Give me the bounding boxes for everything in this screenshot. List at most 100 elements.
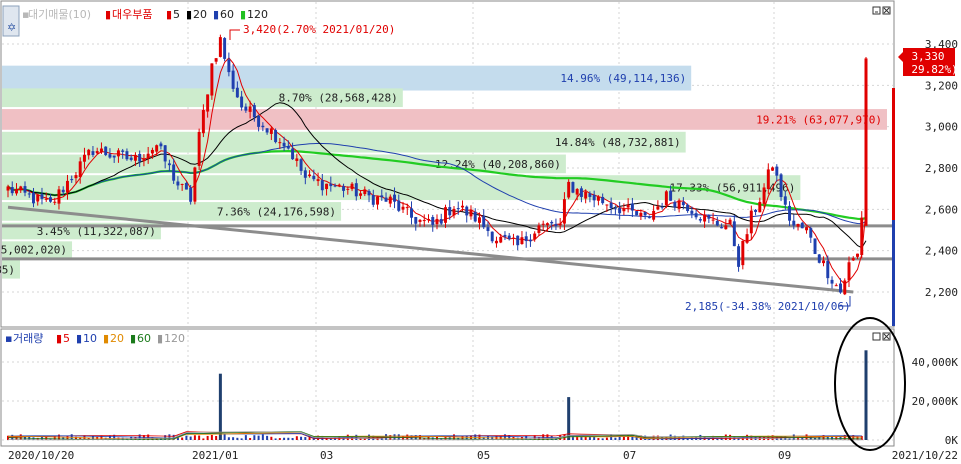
candle-body	[248, 106, 252, 112]
candle-body	[711, 219, 715, 221]
candle-body	[545, 223, 549, 226]
candle-body	[150, 149, 154, 154]
candle-body	[350, 183, 354, 190]
candle-body	[376, 196, 380, 205]
candle-body	[860, 217, 864, 255]
candle-body	[197, 131, 201, 166]
candle-body	[669, 190, 673, 201]
candle-body	[401, 206, 405, 210]
volume-spike-bar	[864, 350, 868, 440]
candle-body	[805, 227, 809, 231]
volume-tick-label: 40,000K	[912, 356, 959, 369]
volume-bar	[614, 437, 617, 440]
legend-ma-marker: ▮	[166, 8, 172, 21]
volume-bar	[227, 437, 230, 440]
candle-body	[95, 151, 99, 154]
candle-body	[342, 186, 346, 191]
volume-legend-ma-label: 10	[83, 332, 97, 345]
candle-body	[677, 200, 681, 209]
candle-body	[456, 208, 460, 210]
volume-bar	[257, 435, 260, 440]
candle-body	[53, 201, 57, 203]
low-annotation-label: 2,185(-34.38% 2021/10/06)	[685, 300, 851, 313]
price-tick-label: 2,800	[925, 162, 958, 175]
candle-body	[371, 194, 375, 205]
candle-body	[388, 196, 392, 204]
candle-body	[613, 208, 617, 210]
candle-body	[724, 225, 728, 230]
candle-body	[745, 234, 749, 243]
price-tick-label: 3,200	[925, 79, 958, 92]
candle-body	[639, 212, 643, 217]
minimize-icon[interactable]	[872, 6, 881, 15]
volume-bar	[202, 438, 205, 440]
candle-body	[728, 219, 732, 225]
candle-body	[422, 220, 426, 222]
candle-body	[562, 199, 566, 224]
candle-body	[282, 142, 286, 147]
candle-body	[82, 154, 86, 162]
candle-body	[652, 210, 656, 220]
candle-body	[686, 204, 690, 212]
volume-profile-label: 14.84% (48,732,881)	[555, 136, 681, 149]
candle-body	[155, 145, 159, 152]
price-range-bar-up	[892, 88, 895, 220]
volume-bar	[368, 434, 371, 440]
candle-body	[133, 155, 137, 161]
candle-body	[32, 192, 35, 204]
candle-body	[244, 106, 248, 111]
legend-title-volume-profile: 대기매물(10)	[28, 8, 91, 21]
volume-bar	[244, 435, 247, 440]
volume-tick-label: 0K	[945, 434, 959, 447]
candle-body	[622, 208, 626, 212]
candle-body	[57, 189, 61, 204]
x-axis-label: 09	[778, 449, 791, 462]
candle-body	[847, 262, 851, 281]
volume-legend-ma-marker: ▮	[103, 332, 109, 345]
volume-bar	[210, 435, 213, 440]
candle-body	[40, 194, 44, 199]
candle-body	[558, 223, 562, 226]
volume-profile-label: 7.36% (24,176,598)	[217, 205, 336, 218]
legend-ma-label: 120	[247, 8, 268, 21]
volume-bar	[283, 437, 286, 440]
candle-body	[749, 210, 753, 234]
candle-body	[520, 237, 524, 244]
candle-body	[771, 167, 775, 171]
candle-body	[643, 211, 647, 216]
candle-body	[308, 174, 312, 177]
candle-body	[788, 205, 792, 221]
candle-body	[312, 175, 316, 180]
volume-bar	[300, 436, 303, 440]
candle-body	[359, 193, 363, 196]
candle-body	[737, 246, 741, 267]
volume-bar	[185, 435, 188, 440]
volume-profile-bar	[2, 109, 887, 130]
candle-body	[210, 63, 214, 96]
candle-body	[741, 240, 745, 266]
volume-bar	[287, 437, 290, 440]
candle-body	[609, 202, 613, 209]
candle-body	[10, 187, 14, 194]
volume-legend-ma-marker: ▮	[76, 332, 82, 345]
candle-body	[783, 196, 787, 205]
volume-profile-label: 14.96% (49,114,136)	[560, 72, 686, 85]
volume-legend-ma-marker: ▮	[157, 332, 163, 345]
candle-body	[452, 208, 456, 216]
candle-body	[605, 204, 609, 206]
candle-body	[715, 220, 719, 226]
candle-body	[635, 211, 639, 216]
minimize-icon[interactable]	[872, 332, 881, 341]
candle-body	[108, 154, 112, 158]
candle-body	[265, 128, 269, 133]
candle-body	[809, 228, 813, 238]
candle-body	[507, 235, 511, 239]
candle-body	[601, 196, 605, 204]
candle-body	[19, 186, 23, 191]
candle-body	[384, 197, 388, 202]
candle-body	[528, 239, 532, 242]
candle-body	[333, 185, 337, 187]
candle-body	[813, 238, 817, 254]
volume-bar	[291, 438, 294, 440]
candle-body	[779, 174, 783, 197]
